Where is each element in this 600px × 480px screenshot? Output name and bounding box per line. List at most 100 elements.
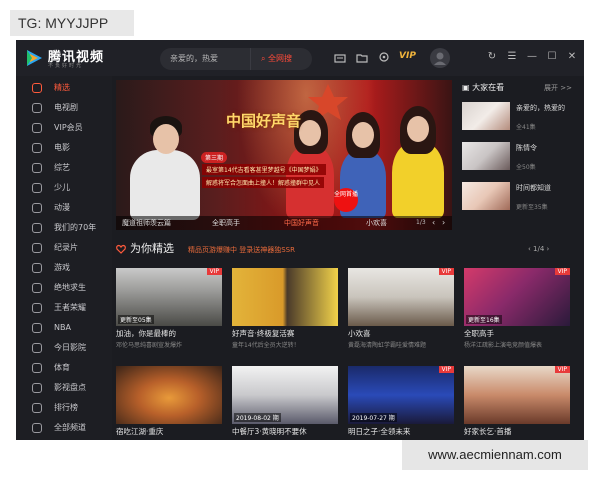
video-card[interactable]: 好声音·终极复活赛 童年14代后全员大逆转！: [232, 268, 338, 354]
sidebar-item-anime[interactable]: 动漫: [16, 198, 112, 218]
sidebar-item-nba[interactable]: NBA: [16, 318, 112, 338]
video-thumb: VIP 更新至05集: [116, 268, 222, 326]
sidebar-item-label: 排行榜: [54, 403, 78, 412]
refresh-icon[interactable]: ↻: [486, 51, 498, 63]
vip-badge: VIP: [438, 366, 454, 373]
trending-title: 大家在看: [472, 83, 505, 92]
sidebar-item-ranking[interactable]: 排行榜: [16, 398, 112, 418]
banner-tab[interactable]: 小欢喜: [366, 216, 387, 230]
trending-item[interactable]: 亲爱的，热爱的 全41集: [462, 102, 576, 132]
sidebar-item-label: 综艺: [54, 163, 70, 172]
watermark: www.aecmiennam.com: [402, 440, 588, 470]
vip-badge: VIP: [438, 268, 454, 275]
location-icon[interactable]: [378, 52, 390, 64]
banner-caption-2: 解惑将军合怎面曲上撞人！解惑撞群中见人: [202, 177, 325, 188]
sidebar-item-featured[interactable]: 精选: [16, 78, 112, 98]
video-thumb: VIP 更新至16集: [464, 268, 570, 326]
sidebar-item-label: NBA: [54, 323, 71, 332]
sidebar-item-label: 绝地求生: [54, 283, 86, 292]
sports-icon: [32, 363, 42, 373]
video-card[interactable]: 宿吃江湖·重庆: [116, 366, 222, 440]
video-title: 小欢喜: [348, 329, 371, 338]
sidebar-item-glory[interactable]: 王者荣耀: [16, 298, 112, 318]
sidebar-item-label: 全部频道: [54, 423, 86, 432]
update-label: 2019-08-02 期: [234, 413, 281, 422]
video-card[interactable]: VIP 更新至05集 加油，你是最棒的 邓伦马思纯喜剧宣发爆炸: [116, 268, 222, 354]
cinema-icon: [32, 343, 42, 353]
sidebar-item-sports[interactable]: 体育: [16, 358, 112, 378]
sidebar-item-70years[interactable]: 我们的70年: [16, 218, 112, 238]
sidebar-item-label: 电视剧: [54, 103, 78, 112]
promo-link[interactable]: 精品页游爆赚中 登录送神器独SSR: [188, 242, 295, 258]
trending-item[interactable]: 时间都知道 更新至35集: [462, 182, 576, 212]
vip-button[interactable]: VIP: [399, 51, 416, 61]
trending-expand-button[interactable]: 展开 >>: [544, 80, 572, 96]
search-all-button[interactable]: ⌕ 全网搜: [250, 48, 312, 70]
banner-tab-active[interactable]: 中国好声音: [284, 216, 319, 230]
season-label: 第三期: [201, 152, 228, 163]
section-pager[interactable]: ‹ 1/4 ›: [528, 240, 549, 258]
banner-tab[interactable]: 全职高手: [212, 216, 240, 230]
video-title: 中餐厅3·黄晓明不要休: [232, 427, 307, 436]
singer-1-face: [299, 120, 321, 146]
host-figure: [130, 150, 200, 220]
pubg-icon: [32, 283, 42, 293]
sidebar-item-variety[interactable]: 综艺: [16, 158, 112, 178]
heart-icon: [116, 244, 126, 254]
banner-page-indicator: 1/3: [416, 219, 426, 226]
video-card[interactable]: VIP 小欢喜 黄磊海清陶虹学霸哇爱情难题: [348, 268, 454, 354]
minimize-icon[interactable]: —: [526, 51, 538, 63]
video-card[interactable]: 2019-08-02 期 中餐厅3·黄晓明不要休: [232, 366, 338, 440]
video-desc: 童年14代后全员大逆转！: [232, 342, 300, 349]
banner-caption-1: 最室第14代吉看客甚里梦越号《中国梦娟》: [202, 164, 326, 175]
user-avatar[interactable]: [430, 48, 450, 68]
sidebar-item-label: 王者荣耀: [54, 303, 86, 312]
kids-icon: [32, 183, 42, 193]
video-title: 全职高手: [464, 329, 494, 338]
sidebar-item-movie[interactable]: 电影: [16, 138, 112, 158]
video-card[interactable]: VIP 2019-07-27 期 明日之子·全领未来: [348, 366, 454, 440]
hero-banner[interactable]: 中国好声音 第三期 最室第14代吉看客甚里梦越号《中国梦娟》 解惑将军合怎面曲上…: [116, 80, 452, 230]
app-slogan: 不负好时光: [48, 63, 84, 69]
overlay-tag: TG: MYYJJPP: [10, 10, 134, 36]
film-icon: [32, 143, 42, 153]
show-logo: 中国好声音: [226, 112, 302, 130]
folder-icon[interactable]: [356, 52, 368, 64]
banner-next-icon[interactable]: ›: [442, 216, 445, 230]
sidebar-item-label: 今日影院: [54, 343, 86, 352]
sidebar-item-pubg[interactable]: 绝地求生: [16, 278, 112, 298]
video-card[interactable]: VIP 好家长乞·首播: [464, 366, 570, 440]
sidebar-item-label: 影视盘点: [54, 383, 86, 392]
sidebar-item-cinema[interactable]: 今日影院: [16, 338, 112, 358]
close-icon[interactable]: ✕: [566, 51, 578, 63]
sidebar-item-tv[interactable]: 电视剧: [16, 98, 112, 118]
video-thumb: 2019-08-02 期: [232, 366, 338, 424]
documentary-icon: [32, 243, 42, 253]
video-desc: 黄磊海清陶虹学霸哇爱情难题: [348, 342, 427, 349]
search-query: 亲爱的，热爱: [170, 54, 218, 63]
sidebar-item-games[interactable]: 游戏: [16, 258, 112, 278]
title-bar: 腾讯视频 不负好时光 亲爱的，热爱 ⌕ 全网搜 VIP ↻ ☰ — ☐ ✕: [16, 40, 584, 76]
banner-tab[interactable]: 魔道祖师羡云篇: [122, 216, 171, 230]
sidebar-item-kids[interactable]: 少儿: [16, 178, 112, 198]
video-title: 好声音·终极复活赛: [232, 329, 295, 338]
sidebar-item-all-channels[interactable]: 全部频道: [16, 418, 112, 438]
sidebar-item-label: 动漫: [54, 203, 70, 212]
sidebar-item-label: 游戏: [54, 263, 70, 272]
tv-icon: [32, 103, 42, 113]
menu-icon[interactable]: ☰: [506, 51, 518, 63]
video-title: 加油，你是最棒的: [116, 329, 176, 338]
maximize-icon[interactable]: ☐: [546, 51, 558, 63]
home-icon: [32, 83, 42, 93]
rank-icon: [32, 403, 42, 413]
sidebar-item-vip[interactable]: VIP会员: [16, 118, 112, 138]
sidebar-item-review[interactable]: 影视盘点: [16, 378, 112, 398]
app-window: 腾讯视频 不负好时光 亲爱的，热爱 ⌕ 全网搜 VIP ↻ ☰ — ☐ ✕ 精选…: [16, 40, 584, 440]
sidebar-item-documentary[interactable]: 纪录片: [16, 238, 112, 258]
vip-icon: [32, 123, 42, 133]
upload-icon[interactable]: [334, 52, 346, 64]
video-card[interactable]: VIP 更新至16集 全职高手 杨洋江疏影上演电竞颜值爆表: [464, 268, 570, 354]
main-content: 中国好声音 第三期 最室第14代吉看客甚里梦越号《中国梦娟》 解惑将军合怎面曲上…: [112, 76, 584, 440]
trending-item[interactable]: 陈情令 全50集: [462, 142, 576, 172]
banner-prev-icon[interactable]: ‹: [432, 216, 435, 230]
